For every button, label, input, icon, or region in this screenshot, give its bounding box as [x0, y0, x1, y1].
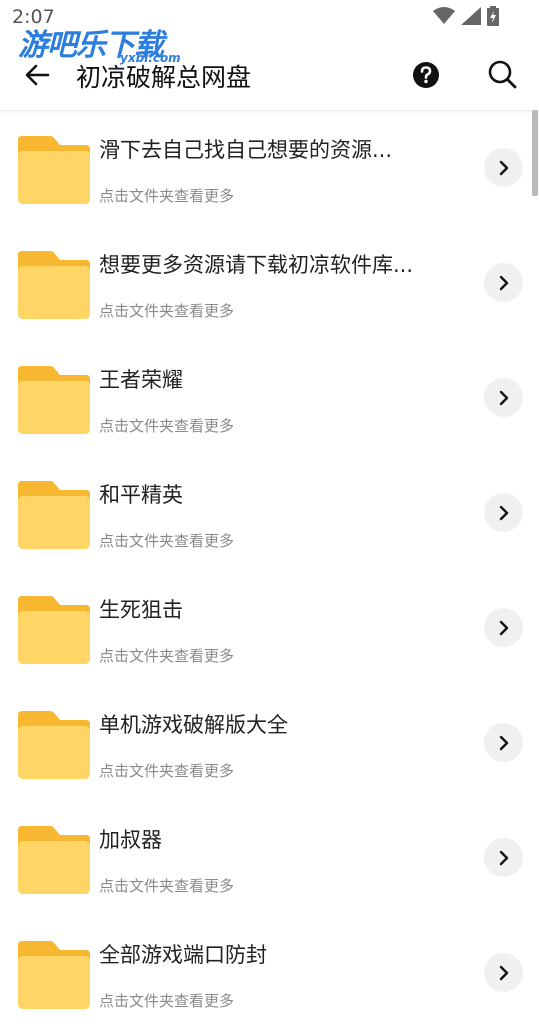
help-icon[interactable] [411, 60, 441, 90]
item-subtitle: 点击文件夹查看更多 [99, 302, 235, 320]
open-folder-button[interactable] [484, 608, 523, 647]
battery-icon [487, 6, 499, 26]
chevron-right-icon [499, 850, 508, 865]
item-title: 单机游戏破解版大全 [99, 713, 288, 737]
folder-icon [18, 251, 90, 319]
item-title: 加叔器 [99, 828, 162, 852]
item-title: 王者荣耀 [99, 368, 183, 392]
chevron-right-icon [499, 505, 508, 520]
list-item[interactable]: 想要更多资源请下载初凉软件库... 点击文件夹查看更多 [0, 225, 539, 340]
item-subtitle: 点击文件夹查看更多 [99, 762, 235, 780]
chevron-right-icon [499, 160, 508, 175]
chevron-right-icon [499, 390, 508, 405]
list-item[interactable]: 王者荣耀 点击文件夹查看更多 [0, 340, 539, 455]
item-title: 全部游戏端口防封 [99, 943, 267, 967]
list-item[interactable]: 生死狙击 点击文件夹查看更多 [0, 570, 539, 685]
open-folder-button[interactable] [484, 148, 523, 187]
folder-icon [18, 366, 90, 434]
chevron-right-icon [499, 275, 508, 290]
item-subtitle: 点击文件夹查看更多 [99, 992, 235, 1010]
folder-icon [18, 596, 90, 664]
open-folder-button[interactable] [484, 953, 523, 992]
open-folder-button[interactable] [484, 723, 523, 762]
item-subtitle: 点击文件夹查看更多 [99, 417, 235, 435]
watermark-url: yxbl.com [120, 51, 181, 65]
folder-list: 滑下去自己找自己想要的资源... 点击文件夹查看更多 想要更多资源请下载初凉软件… [0, 110, 539, 1030]
open-folder-button[interactable] [484, 493, 523, 532]
item-subtitle: 点击文件夹查看更多 [99, 187, 235, 205]
item-subtitle: 点击文件夹查看更多 [99, 877, 235, 895]
open-folder-button[interactable] [484, 263, 523, 302]
item-title: 和平精英 [99, 483, 183, 507]
folder-icon [18, 481, 90, 549]
search-icon[interactable] [486, 58, 518, 90]
chevron-right-icon [499, 735, 508, 750]
item-subtitle: 点击文件夹查看更多 [99, 532, 235, 550]
open-folder-button[interactable] [484, 378, 523, 417]
status-icons [433, 6, 499, 26]
list-item[interactable]: 全部游戏端口防封 点击文件夹查看更多 [0, 915, 539, 1030]
item-subtitle: 点击文件夹查看更多 [99, 647, 235, 665]
folder-icon [18, 941, 90, 1009]
folder-icon [18, 136, 90, 204]
item-title: 生死狙击 [99, 598, 183, 622]
folder-icon [18, 711, 90, 779]
list-item[interactable]: 加叔器 点击文件夹查看更多 [0, 800, 539, 915]
item-title: 想要更多资源请下载初凉软件库... [99, 253, 414, 277]
chevron-right-icon [499, 620, 508, 635]
list-item[interactable]: 单机游戏破解版大全 点击文件夹查看更多 [0, 685, 539, 800]
chevron-right-icon [499, 965, 508, 980]
folder-icon [18, 826, 90, 894]
item-title: 滑下去自己找自己想要的资源... [99, 138, 393, 162]
cell-signal-icon [461, 7, 481, 25]
back-arrow-icon[interactable] [22, 60, 52, 90]
list-item[interactable]: 和平精英 点击文件夹查看更多 [0, 455, 539, 570]
wifi-icon [433, 7, 455, 24]
list-item[interactable]: 滑下去自己找自己想要的资源... 点击文件夹查看更多 [0, 110, 539, 225]
open-folder-button[interactable] [484, 838, 523, 877]
